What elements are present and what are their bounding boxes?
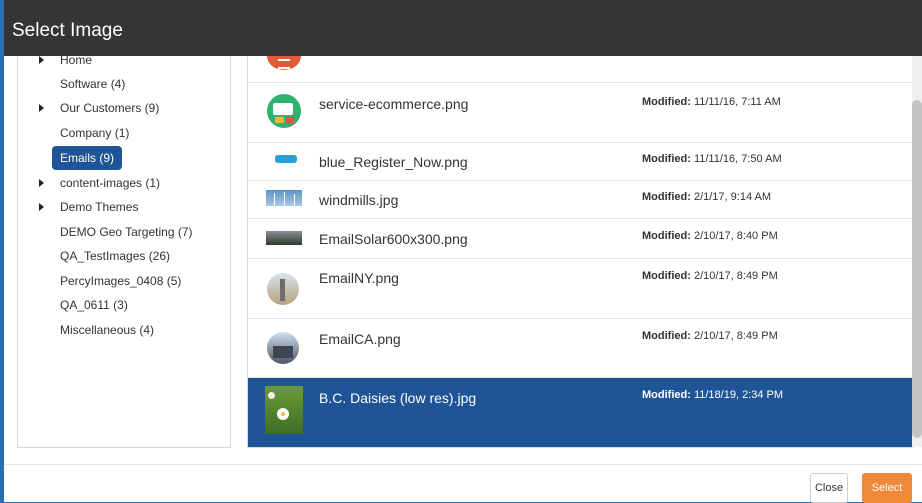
modified-label: Modified: — [642, 153, 691, 165]
select-image-dialog: Select Image Home Software (4) Our Custo… — [4, 0, 922, 503]
file-list: service-ecommerce.png Modified: 11/11/16… — [247, 56, 913, 448]
folder-tree: Home Software (4) Our Customers (9) Comp… — [17, 56, 231, 448]
modified-label: Modified: — [642, 230, 691, 242]
image-thumbnail — [266, 231, 302, 245]
tree-item-label: content-images (1) — [60, 176, 161, 190]
file-list-scrollbar[interactable] — [912, 56, 922, 447]
file-row-selected[interactable]: B.C. Daisies (low res).jpg Modified: 11/… — [248, 378, 912, 447]
file-row-partial[interactable] — [248, 56, 912, 83]
file-modified: Modified: 2/10/17, 8:49 PM — [642, 330, 778, 342]
dialog-title: Select Image — [12, 20, 123, 41]
expand-arrow-icon[interactable] — [39, 179, 44, 187]
expand-arrow-icon[interactable] — [39, 104, 44, 112]
modified-date: 11/11/16, 7:50 AM — [693, 153, 782, 165]
file-name: windmills.jpg — [319, 192, 399, 208]
tree-item-demo-themes[interactable]: Demo Themes — [18, 197, 230, 217]
tree-item-label: PercyImages_0408 (5) — [60, 274, 182, 288]
modified-date: 2/10/17, 8:49 PM — [693, 330, 778, 342]
image-thumbnail — [267, 56, 301, 70]
tree-item-label: Miscellaneous (4) — [60, 323, 155, 337]
file-row[interactable]: EmailCA.png Modified: 2/10/17, 8:49 PM — [248, 319, 912, 378]
file-modified: Modified: 11/11/16, 7:50 AM — [642, 153, 782, 165]
modified-date: 11/11/16, 7:11 AM — [693, 96, 781, 108]
tree-item-label: Company (1) — [60, 126, 130, 140]
select-button[interactable]: Select — [862, 473, 912, 503]
modified-label: Modified: — [642, 270, 691, 282]
image-thumbnail — [267, 94, 301, 128]
image-thumbnail — [266, 190, 302, 206]
tree-item-qa-0611[interactable]: QA_0611 (3) — [18, 295, 230, 315]
file-name: EmailCA.png — [319, 331, 401, 347]
modified-date: 2/10/17, 8:40 PM — [693, 230, 778, 242]
modified-label: Modified: — [642, 96, 691, 108]
file-row[interactable]: service-ecommerce.png Modified: 11/11/16… — [248, 83, 912, 143]
tree-item-label: Our Customers (9) — [60, 101, 160, 115]
tree-item-label: Demo Themes — [60, 200, 139, 214]
tree-item-label: Emails (9) — [52, 146, 123, 170]
scrollbar-thumb[interactable] — [912, 100, 922, 438]
image-thumbnail — [267, 273, 299, 305]
file-name: EmailNY.png — [319, 270, 399, 286]
file-row[interactable]: windmills.jpg Modified: 2/1/17, 9:14 AM — [248, 181, 912, 219]
expand-arrow-icon[interactable] — [39, 203, 44, 211]
dialog-titlebar: Select Image — [4, 0, 922, 56]
file-modified: Modified: 2/10/17, 8:49 PM — [642, 270, 778, 282]
file-name: EmailSolar600x300.png — [319, 231, 468, 247]
close-button[interactable]: Close — [810, 473, 848, 503]
modified-date: 11/18/19, 2:34 PM — [693, 389, 784, 401]
file-modified: Modified: 11/18/19, 2:34 PM — [642, 389, 783, 401]
file-row[interactable]: blue_Register_Now.png Modified: 11/11/16… — [248, 143, 912, 181]
tree-item-our-customers[interactable]: Our Customers (9) — [18, 98, 230, 118]
image-thumbnail — [267, 332, 299, 364]
file-row[interactable]: EmailSolar600x300.png Modified: 2/10/17,… — [248, 219, 912, 259]
file-row[interactable]: EmailNY.png Modified: 2/10/17, 8:49 PM — [248, 259, 912, 319]
tree-item-label: DEMO Geo Targeting (7) — [60, 225, 193, 239]
file-modified: Modified: 11/11/16, 7:11 AM — [642, 96, 781, 108]
tree-item-emails[interactable]: Emails (9) — [18, 146, 230, 170]
tree-item-software[interactable]: Software (4) — [18, 74, 230, 94]
tree-item-demo-geo-targeting[interactable]: DEMO Geo Targeting (7) — [18, 222, 230, 242]
file-modified: Modified: 2/10/17, 8:40 PM — [642, 230, 778, 242]
tree-item-content-images[interactable]: content-images (1) — [18, 173, 230, 193]
footer-divider — [4, 464, 922, 465]
modified-label: Modified: — [642, 191, 691, 203]
modified-label: Modified: — [642, 330, 691, 342]
tree-item-company[interactable]: Company (1) — [18, 123, 230, 143]
tree-item-label: Software (4) — [60, 77, 126, 91]
file-name: service-ecommerce.png — [319, 96, 469, 112]
image-thumbnail — [265, 386, 303, 434]
tree-item-label: QA_TestImages (26) — [60, 249, 171, 263]
file-name: B.C. Daisies (low res).jpg — [319, 390, 477, 406]
tree-item-label: Home — [60, 56, 93, 67]
image-thumbnail — [275, 155, 297, 163]
tree-item-qa-testimages[interactable]: QA_TestImages (26) — [18, 246, 230, 266]
tree-item-home[interactable]: Home — [18, 56, 230, 70]
modified-date: 2/10/17, 8:49 PM — [693, 270, 778, 282]
file-modified: Modified: 2/1/17, 9:14 AM — [642, 191, 771, 203]
modified-label: Modified: — [642, 389, 691, 401]
expand-arrow-icon[interactable] — [39, 56, 44, 64]
tree-item-miscellaneous[interactable]: Miscellaneous (4) — [18, 320, 230, 340]
tree-item-label: QA_0611 (3) — [60, 298, 128, 312]
tree-item-percyimages[interactable]: PercyImages_0408 (5) — [18, 271, 230, 291]
file-name: blue_Register_Now.png — [319, 154, 468, 170]
modified-date: 2/1/17, 9:14 AM — [693, 191, 772, 203]
